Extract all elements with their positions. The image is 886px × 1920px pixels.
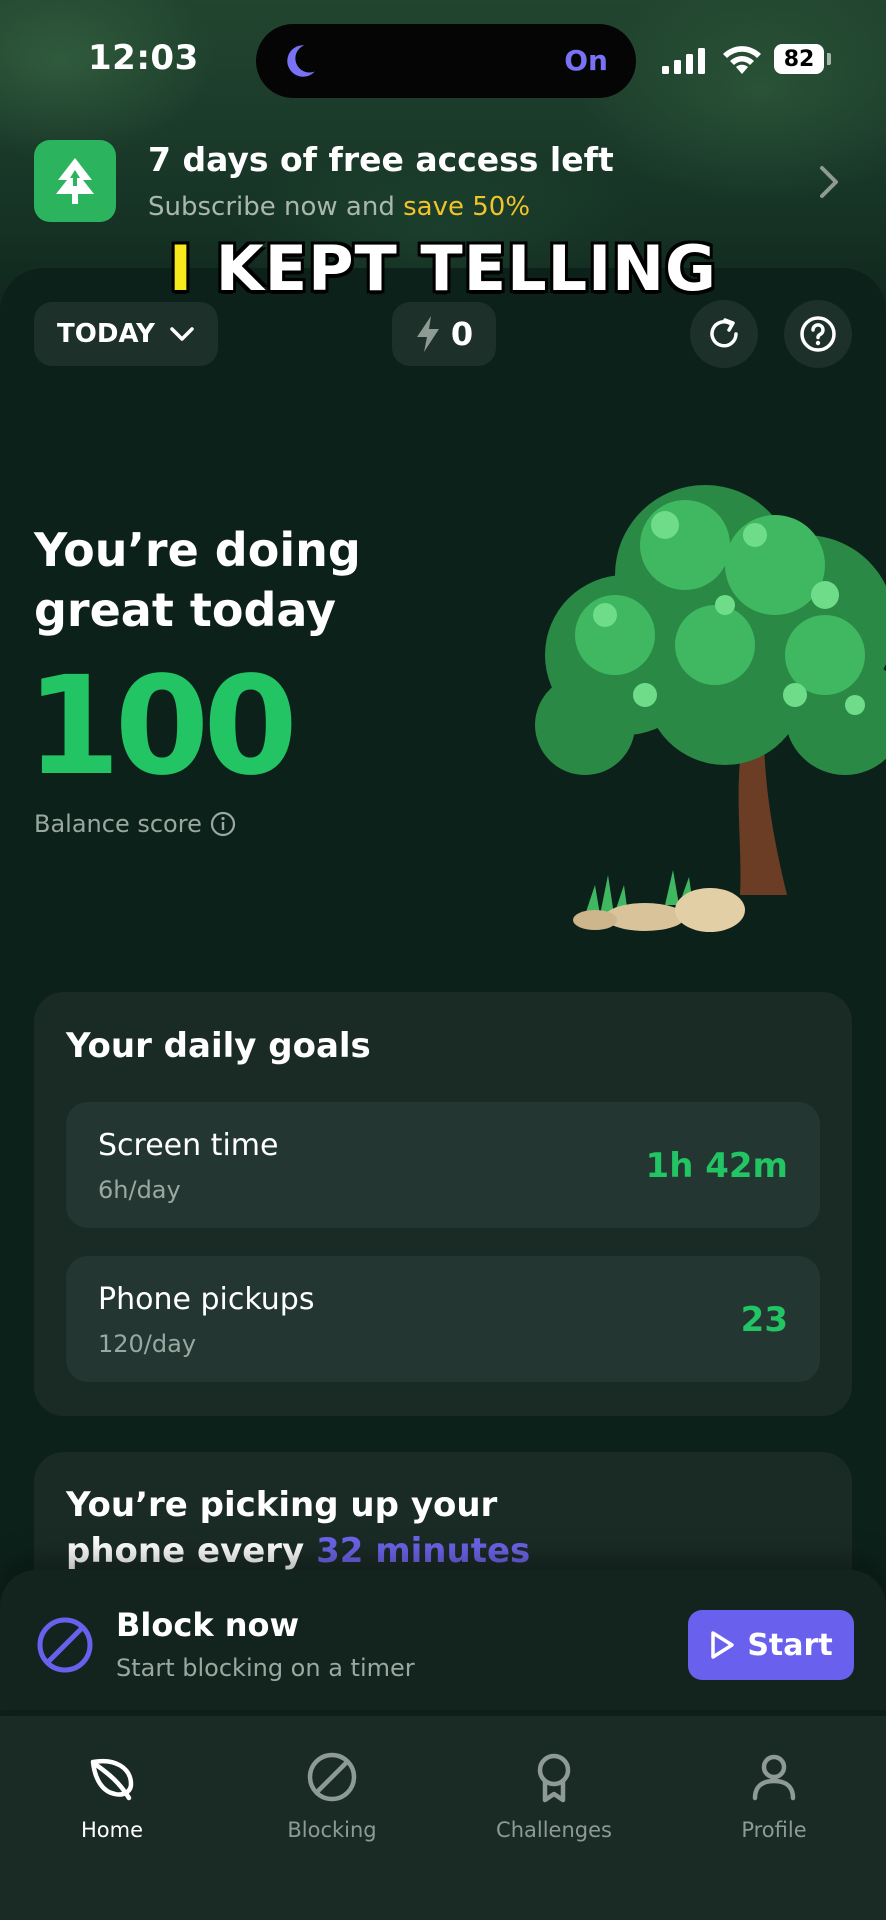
- tree-logo-icon: [56, 158, 94, 204]
- person-icon: [752, 1754, 796, 1801]
- pickup-line2-text: phone every: [66, 1531, 317, 1571]
- balance-score-label-row[interactable]: Balance score: [34, 810, 236, 838]
- balance-score: 100: [26, 648, 298, 806]
- tab-home[interactable]: Home: [12, 1750, 212, 1842]
- start-button-label: Start: [747, 1627, 833, 1663]
- hero-title: You’re doing great today: [34, 520, 361, 640]
- help-button[interactable]: [784, 300, 852, 368]
- question-icon: [800, 316, 836, 352]
- tree-illustration: [535, 485, 886, 932]
- refresh-icon: [710, 318, 738, 348]
- daily-goals-card: Your daily goals Screen time 6h/day 1h 4…: [34, 992, 852, 1416]
- promo-subtitle: Subscribe now and save 50%: [148, 192, 530, 222]
- balance-score-label: Balance score: [34, 810, 202, 838]
- goal-name: Screen time: [98, 1128, 279, 1163]
- block-now-title: Block now: [116, 1606, 300, 1644]
- streak-counter[interactable]: 0: [392, 302, 496, 366]
- tab-challenges[interactable]: Challenges: [454, 1750, 654, 1842]
- dynamic-island: On: [256, 24, 636, 98]
- goal-value: 1h 42m: [645, 1146, 788, 1186]
- refresh-button[interactable]: [690, 300, 758, 368]
- tab-bar: Home Blocking Challenges Profile: [0, 1716, 886, 1920]
- block-now-subtitle: Start blocking on a timer: [116, 1654, 415, 1682]
- start-button[interactable]: Start: [688, 1610, 854, 1680]
- tab-blocking-label: Blocking: [287, 1818, 377, 1842]
- moon-icon: [287, 45, 315, 77]
- promo-save-highlight: save 50%: [403, 192, 531, 222]
- goal-target: 6h/day: [98, 1176, 181, 1204]
- tab-challenges-label: Challenges: [496, 1818, 612, 1842]
- goal-target: 120/day: [98, 1330, 197, 1358]
- battery-indicator: 82: [774, 44, 824, 74]
- caption-text: KEPT TELLING: [193, 232, 717, 305]
- leaf-icon: [90, 1758, 134, 1801]
- period-label: TODAY: [57, 319, 155, 349]
- wifi-icon: [723, 46, 761, 74]
- hero-title-line2: great today: [34, 583, 336, 637]
- subscription-banner[interactable]: 7 days of free access left Subscribe now…: [0, 130, 886, 240]
- video-caption: I KEPT TELLING: [0, 232, 886, 305]
- goal-row-phone-pickups[interactable]: Phone pickups 120/day 23: [66, 1256, 820, 1382]
- block-now-bar: Block now Start blocking on a timer Star…: [0, 1570, 886, 1710]
- lightning-icon: [416, 316, 439, 352]
- promo-title: 7 days of free access left: [148, 140, 614, 179]
- goal-row-screen-time[interactable]: Screen time 6h/day 1h 42m: [66, 1102, 820, 1228]
- signal-icon: [662, 48, 705, 74]
- chevron-down-icon: [170, 327, 194, 341]
- focus-status: On: [564, 44, 608, 77]
- info-icon: [210, 811, 235, 837]
- chevron-right-icon: [820, 166, 838, 198]
- period-selector[interactable]: TODAY: [34, 302, 218, 366]
- app-logo: [34, 140, 116, 222]
- status-time: 12:03: [88, 38, 199, 78]
- goal-name: Phone pickups: [98, 1282, 315, 1317]
- pickup-line2: phone every 32 minutes: [66, 1528, 530, 1574]
- tab-blocking[interactable]: Blocking: [232, 1750, 432, 1842]
- award-icon: [537, 1753, 571, 1803]
- block-icon: [307, 1752, 357, 1802]
- pickup-interval: 32 minutes: [316, 1531, 531, 1571]
- tab-profile-label: Profile: [741, 1818, 807, 1842]
- streak-value: 0: [450, 315, 474, 353]
- tab-home-label: Home: [80, 1818, 143, 1842]
- caption-highlight: I: [169, 232, 194, 305]
- pickup-line1: You’re picking up your: [66, 1485, 498, 1525]
- block-icon: [37, 1617, 93, 1673]
- daily-goals-title: Your daily goals: [66, 1026, 371, 1066]
- tab-profile[interactable]: Profile: [674, 1750, 874, 1842]
- hero-title-line1: You’re doing: [34, 523, 361, 577]
- promo-subtitle-text: Subscribe now and: [148, 192, 404, 222]
- pickup-insight-text: You’re picking up your phone every 32 mi…: [66, 1482, 530, 1574]
- play-icon: [711, 1631, 735, 1659]
- battery-tip: [827, 53, 831, 65]
- goal-value: 23: [740, 1300, 788, 1340]
